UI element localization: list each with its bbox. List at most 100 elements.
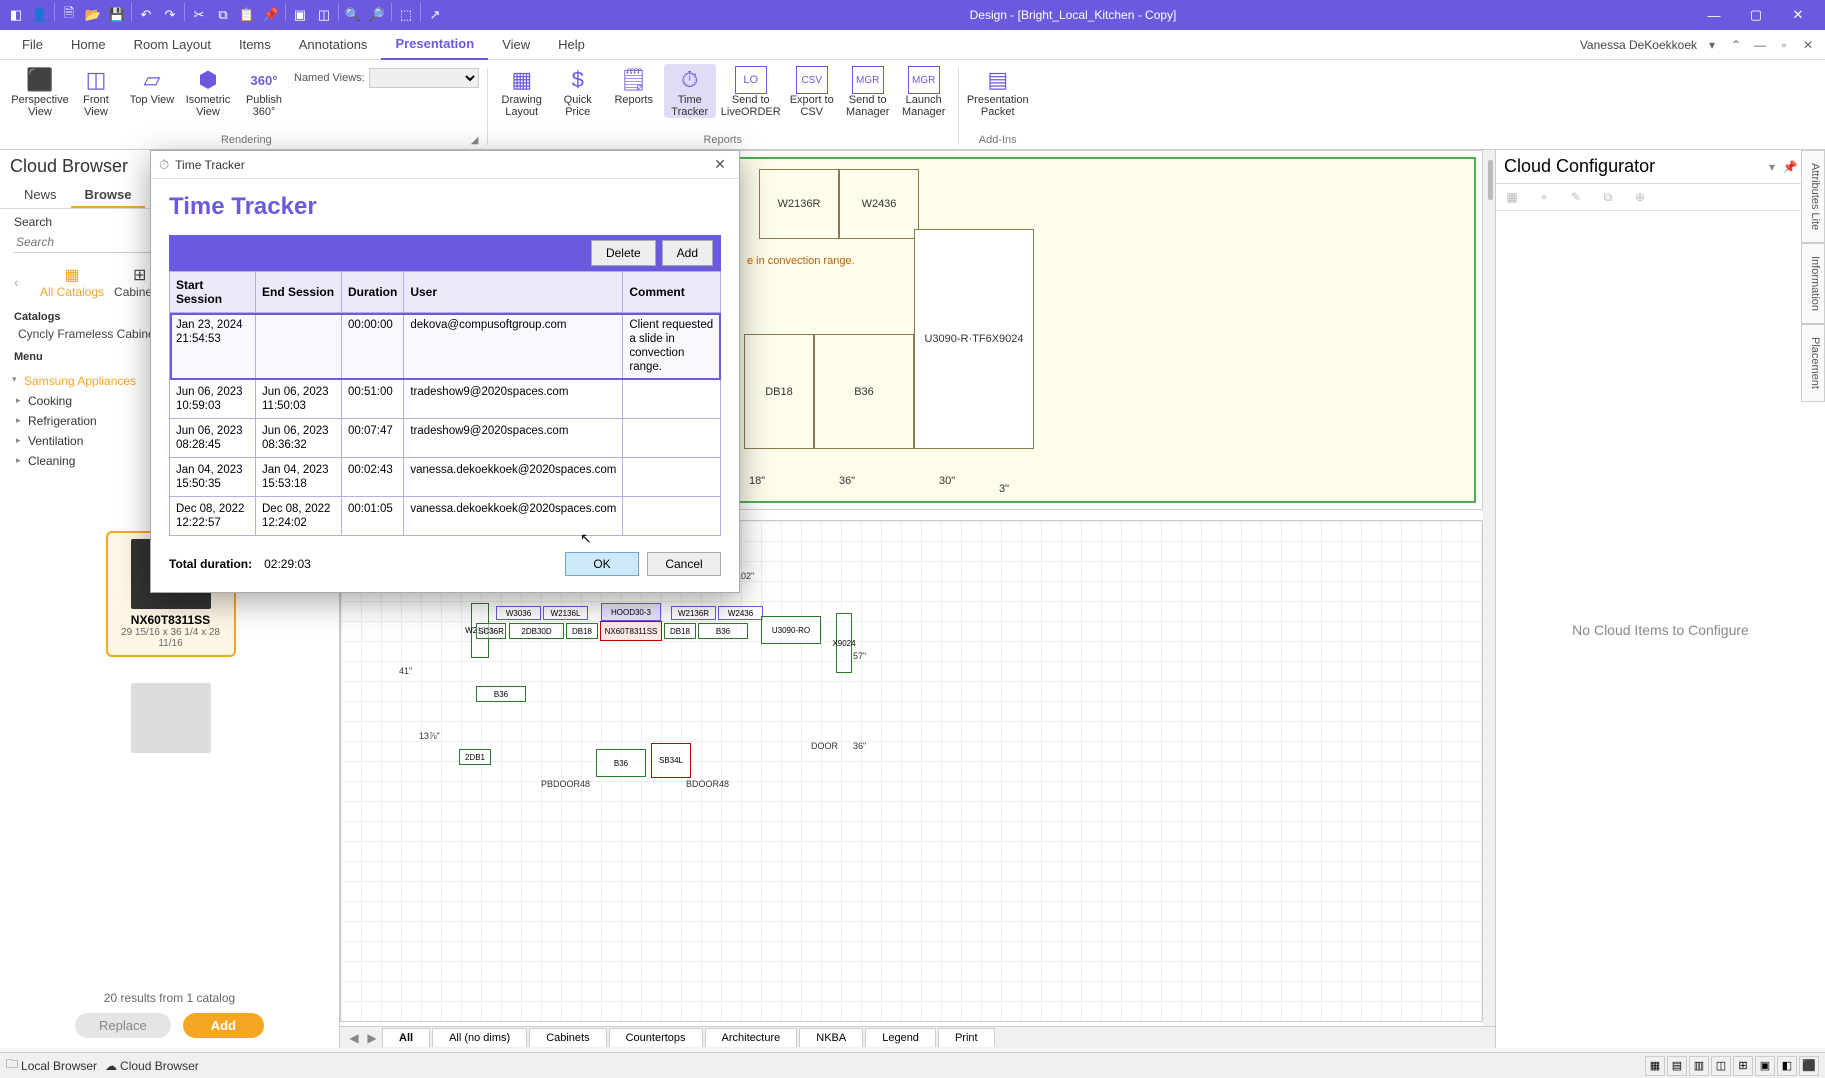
add-button[interactable]: Add [183, 1013, 264, 1038]
plan-b36c[interactable]: B36 [596, 749, 646, 777]
cab-db18[interactable]: DB18 [744, 334, 814, 449]
plan-b36a[interactable]: B36 [698, 623, 748, 639]
sheet-all[interactable]: All [382, 1028, 430, 1047]
col-user[interactable]: User [404, 272, 623, 313]
plan-w2136l[interactable]: W2136L [543, 606, 588, 620]
result-card-2[interactable] [106, 677, 236, 763]
tab-file[interactable]: File [8, 30, 57, 60]
cell-duration[interactable]: 00:07:47 [342, 419, 404, 458]
tab-view[interactable]: View [488, 30, 544, 60]
perspective-view-button[interactable]: ⬛Perspective View [14, 64, 66, 118]
sheet-print[interactable]: Print [938, 1028, 995, 1047]
vertical-scrollbar-top[interactable] [1483, 150, 1495, 1026]
cell-end[interactable]: Jan 04, 2023 15:53:18 [256, 458, 342, 497]
arrow-icon[interactable]: ↗ [423, 3, 447, 27]
view-3-icon[interactable]: ▥ [1689, 1056, 1709, 1076]
new-icon[interactable]: 🗎 [57, 3, 81, 27]
plan-nx-range[interactable]: NX60T8311SS [600, 621, 662, 641]
tab-annotations[interactable]: Annotations [285, 30, 382, 60]
cell-comment[interactable] [623, 380, 721, 419]
plan-sc36r[interactable]: SC36R [476, 623, 506, 639]
cube-icon[interactable]: ⬚ [394, 3, 418, 27]
col-start[interactable]: Start Session [170, 272, 256, 313]
cell-comment[interactable] [623, 458, 721, 497]
redo-icon[interactable]: ↷ [158, 3, 182, 27]
table-row[interactable]: Dec 08, 2022 12:22:57 Dec 08, 2022 12:24… [170, 497, 721, 536]
paste-icon[interactable]: 📋 [235, 3, 259, 27]
sheet-prev-icon[interactable]: ◀ [346, 1031, 362, 1045]
dialog-close-button[interactable]: ✕ [709, 154, 731, 176]
plan-db18b[interactable]: DB18 [664, 623, 696, 639]
cab-b36[interactable]: B36 [814, 334, 914, 449]
tab-help[interactable]: Help [544, 30, 599, 60]
layout2-icon[interactable]: ◫ [312, 3, 336, 27]
launch-manager-button[interactable]: MGRLaunch Manager [898, 64, 950, 118]
cell-user[interactable]: vanessa.dekoekkoek@2020spaces.com [404, 497, 623, 536]
sheet-all-no-dims[interactable]: All (no dims) [432, 1028, 527, 1047]
named-views-select[interactable] [369, 68, 479, 88]
table-row[interactable]: Jan 23, 2024 21:54:53 00:00:00 dekova@co… [170, 313, 721, 380]
col-comment[interactable]: Comment [623, 272, 721, 313]
view-7-icon[interactable]: ◧ [1777, 1056, 1797, 1076]
tab-presentation[interactable]: Presentation [381, 30, 488, 60]
cell-end[interactable]: Dec 08, 2022 12:24:02 [256, 497, 342, 536]
app-icon[interactable]: ◧ [4, 3, 28, 27]
undo-icon[interactable]: ↶ [134, 3, 158, 27]
cell-start[interactable]: Jun 06, 2023 10:59:03 [170, 380, 256, 419]
zoom-out-icon[interactable]: 🔎 [365, 3, 389, 27]
drawing-layout-button[interactable]: ▦Drawing Layout [496, 64, 548, 118]
cell-comment[interactable] [623, 419, 721, 458]
plan-w3036[interactable]: W3036 [496, 606, 541, 620]
cell-user[interactable]: tradeshow9@2020spaces.com [404, 380, 623, 419]
plan-w2136r[interactable]: W2136R [671, 606, 716, 620]
sheet-legend[interactable]: Legend [865, 1028, 936, 1047]
doc-minimize-icon[interactable]: — [1751, 36, 1769, 54]
reports-button[interactable]: 🗒Reports [608, 64, 660, 106]
sheet-architecture[interactable]: Architecture [705, 1028, 798, 1047]
view-4-icon[interactable]: ◫ [1711, 1056, 1731, 1076]
ok-button[interactable]: OK [565, 552, 639, 576]
zoom-in-icon[interactable]: 🔍 [341, 3, 365, 27]
minimize-button[interactable]: — [1699, 3, 1729, 27]
cc-tool-copy-icon[interactable]: ⧉ [1598, 190, 1618, 205]
delete-session-button[interactable]: Delete [591, 240, 656, 266]
plan-u3090[interactable]: U3090-RO [761, 616, 821, 644]
table-row[interactable]: Jan 04, 2023 15:50:35 Jan 04, 2023 15:53… [170, 458, 721, 497]
maximize-button[interactable]: ▢ [1741, 3, 1771, 27]
plan-b36b[interactable]: B36 [476, 686, 526, 702]
top-view-button[interactable]: ▱Top View [126, 64, 178, 106]
save-icon[interactable]: 💾 [105, 3, 129, 27]
cell-duration[interactable]: 00:01:05 [342, 497, 404, 536]
cloud-browser-toggle[interactable]: ☁Cloud Browser [105, 1059, 199, 1073]
cc-tool-1-icon[interactable]: ▦ [1502, 190, 1522, 204]
send-manager-button[interactable]: MGRSend to Manager [842, 64, 894, 118]
cell-end[interactable]: Jun 06, 2023 08:36:32 [256, 419, 342, 458]
side-tab-placement[interactable]: Placement [1801, 324, 1825, 402]
doc-close-icon[interactable]: ✕ [1799, 36, 1817, 54]
cell-duration[interactable]: 00:51:00 [342, 380, 404, 419]
cc-tool-add-icon[interactable]: + [1534, 190, 1554, 204]
close-button[interactable]: ✕ [1783, 3, 1813, 27]
tab-room-layout[interactable]: Room Layout [120, 30, 225, 60]
open-icon[interactable]: 📂 [81, 3, 105, 27]
dialog-titlebar[interactable]: ⏱ Time Tracker ✕ [151, 151, 739, 179]
cancel-button[interactable]: Cancel [647, 552, 721, 576]
side-tab-attributes[interactable]: Attributes Lite [1801, 150, 1825, 243]
cc-tool-more-icon[interactable]: ⊕ [1630, 190, 1650, 204]
sheet-countertops[interactable]: Countertops [609, 1028, 703, 1047]
user-dropdown-icon[interactable]: ▾ [1703, 36, 1721, 54]
isometric-view-button[interactable]: ⬢Isometric View [182, 64, 234, 118]
panel-pin-icon[interactable]: 📌 [1781, 160, 1799, 174]
cell-user[interactable]: dekova@compusoftgroup.com [404, 313, 623, 380]
layout1-icon[interactable]: ▣ [288, 3, 312, 27]
publish-360-button[interactable]: 360°Publish 360° [238, 64, 290, 118]
presentation-packet-button[interactable]: ▤Presentation Packet [967, 64, 1029, 118]
cell-end[interactable] [256, 313, 342, 380]
table-row[interactable]: Jun 06, 2023 10:59:03 Jun 06, 2023 11:50… [170, 380, 721, 419]
replace-button[interactable]: Replace [75, 1013, 171, 1038]
cut-icon[interactable]: ✂ [187, 3, 211, 27]
cb-tab-browse[interactable]: Browse [71, 183, 146, 208]
panel-menu-icon[interactable]: ▾ [1763, 160, 1781, 174]
cell-duration[interactable]: 00:02:43 [342, 458, 404, 497]
export-csv-button[interactable]: CSVExport to CSV [786, 64, 838, 118]
